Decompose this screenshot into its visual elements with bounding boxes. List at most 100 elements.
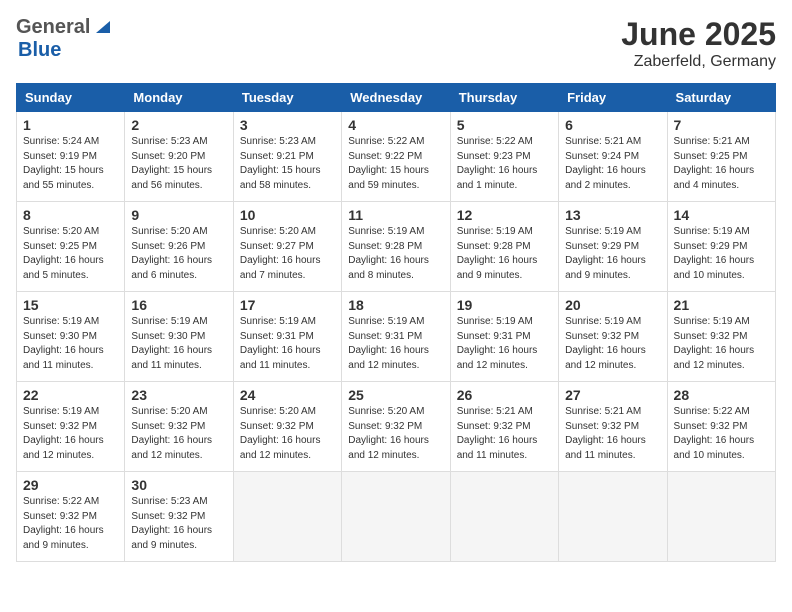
calendar-cell: 30Sunrise: 5:23 AM Sunset: 9:32 PM Dayli… (125, 472, 233, 562)
day-info: Sunrise: 5:20 AM Sunset: 9:26 PM Dayligh… (131, 225, 226, 283)
calendar-cell: 19 Sunrise: 5:19 AM Sunset: 9:31 PM Dayli… (450, 292, 558, 382)
calendar-cell: 1 Sunrise: 5:24 AM Sunset: 9:19 PM Daylig… (17, 112, 125, 202)
page-header: General Blue June 2025 Zaberfeld, German… (16, 16, 776, 71)
calendar-cell: 24 Sunrise: 5:20 AM Sunset: 9:32 PM Dayli… (233, 382, 341, 472)
calendar-cell: 14 Sunrise: 5:19 AM Sunset: 9:29 PM Dayli… (667, 202, 775, 292)
day-info: Sunrise: 5:19 AM Sunset: 9:30 PM Dayligh… (23, 315, 118, 373)
calendar-cell: 27 Sunrise: 5:21 AM Sunset: 9:32 PM Dayli… (559, 382, 667, 472)
title-block: June 2025 Zaberfeld, Germany (621, 16, 776, 71)
day-info: Sunrise: 5:20 AM Sunset: 9:32 PM Dayligh… (240, 405, 335, 463)
calendar-cell: 15 Sunrise: 5:19 AM Sunset: 9:30 PM Dayli… (17, 292, 125, 382)
calendar-week-row: 15 Sunrise: 5:19 AM Sunset: 9:30 PM Dayli… (17, 292, 776, 382)
day-info: Sunrise: 5:24 AM Sunset: 9:19 PM Dayligh… (23, 135, 118, 193)
day-number: 27 (565, 387, 660, 403)
day-number: 18 (348, 297, 443, 313)
day-info: Sunrise: 5:20 AM Sunset: 9:32 PM Dayligh… (348, 405, 443, 463)
calendar-cell: 4 Sunrise: 5:22 AM Sunset: 9:22 PM Daylig… (342, 112, 450, 202)
calendar-cell: 3Sunrise: 5:23 AM Sunset: 9:21 PM Daylig… (233, 112, 341, 202)
day-number: 17 (240, 297, 335, 313)
calendar-day-header: Tuesday (233, 84, 341, 112)
calendar-week-row: 29 Sunrise: 5:22 AM Sunset: 9:32 PM Dayli… (17, 472, 776, 562)
day-info: Sunrise: 5:21 AM Sunset: 9:32 PM Dayligh… (457, 405, 552, 463)
calendar-cell: 10 Sunrise: 5:20 AM Sunset: 9:27 PM Dayli… (233, 202, 341, 292)
day-info: Sunrise: 5:20 AM Sunset: 9:25 PM Dayligh… (23, 225, 118, 283)
day-number: 25 (348, 387, 443, 403)
calendar-cell: 16 Sunrise: 5:19 AM Sunset: 9:30 PM Dayli… (125, 292, 233, 382)
calendar-cell: 7 Sunrise: 5:21 AM Sunset: 9:25 PM Daylig… (667, 112, 775, 202)
day-info: Sunrise: 5:19 AM Sunset: 9:31 PM Dayligh… (348, 315, 443, 373)
calendar-cell: 21Sunrise: 5:19 AM Sunset: 9:32 PM Dayli… (667, 292, 775, 382)
day-number: 4 (348, 117, 443, 133)
day-number: 3 (240, 117, 335, 133)
day-number: 20 (565, 297, 660, 313)
calendar-cell: 26 Sunrise: 5:21 AM Sunset: 9:32 PM Dayli… (450, 382, 558, 472)
day-number: 1 (23, 117, 118, 133)
calendar-week-row: 8 Sunrise: 5:20 AM Sunset: 9:25 PM Daylig… (17, 202, 776, 292)
day-number: 5 (457, 117, 552, 133)
day-info: Sunrise: 5:21 AM Sunset: 9:24 PM Dayligh… (565, 135, 660, 193)
calendar-cell: 5 Sunrise: 5:22 AM Sunset: 9:23 PM Daylig… (450, 112, 558, 202)
calendar-table: SundayMondayTuesdayWednesdayThursdayFrid… (16, 83, 776, 562)
calendar-cell: 8 Sunrise: 5:20 AM Sunset: 9:25 PM Daylig… (17, 202, 125, 292)
day-number: 11 (348, 207, 443, 223)
calendar-cell: 13 Sunrise: 5:19 AM Sunset: 9:29 PM Dayli… (559, 202, 667, 292)
day-info: Sunrise: 5:22 AM Sunset: 9:32 PM Dayligh… (23, 495, 118, 553)
logo-blue-text: Blue (18, 39, 61, 61)
day-info: Sunrise: 5:19 AM Sunset: 9:31 PM Dayligh… (457, 315, 552, 373)
day-number: 26 (457, 387, 552, 403)
calendar-cell (559, 472, 667, 562)
calendar-cell: 9 Sunrise: 5:20 AM Sunset: 9:26 PM Daylig… (125, 202, 233, 292)
calendar-cell: 23Sunrise: 5:20 AM Sunset: 9:32 PM Dayli… (125, 382, 233, 472)
day-number: 29 (23, 477, 118, 493)
day-info: Sunrise: 5:19 AM Sunset: 9:32 PM Dayligh… (23, 405, 118, 463)
day-info: Sunrise: 5:19 AM Sunset: 9:30 PM Dayligh… (131, 315, 226, 373)
day-info: Sunrise: 5:19 AM Sunset: 9:28 PM Dayligh… (348, 225, 443, 283)
calendar-day-header: Saturday (667, 84, 775, 112)
day-info: Sunrise: 5:23 AM Sunset: 9:20 PM Dayligh… (131, 135, 226, 193)
day-number: 15 (23, 297, 118, 313)
day-number: 12 (457, 207, 552, 223)
calendar-cell: 2 Sunrise: 5:23 AM Sunset: 9:20 PM Daylig… (125, 112, 233, 202)
day-number: 8 (23, 207, 118, 223)
day-info: Sunrise: 5:21 AM Sunset: 9:25 PM Dayligh… (674, 135, 769, 193)
calendar-cell: 22 Sunrise: 5:19 AM Sunset: 9:32 PM Dayli… (17, 382, 125, 472)
calendar-cell: 28Sunrise: 5:22 AM Sunset: 9:32 PM Dayli… (667, 382, 775, 472)
calendar-cell: 25 Sunrise: 5:20 AM Sunset: 9:32 PM Dayli… (342, 382, 450, 472)
day-number: 21 (674, 297, 769, 313)
day-number: 28 (674, 387, 769, 403)
day-number: 6 (565, 117, 660, 133)
day-number: 10 (240, 207, 335, 223)
day-info: Sunrise: 5:19 AM Sunset: 9:29 PM Dayligh… (565, 225, 660, 283)
calendar-cell: 6 Sunrise: 5:21 AM Sunset: 9:24 PM Daylig… (559, 112, 667, 202)
calendar-day-header: Friday (559, 84, 667, 112)
day-info: Sunrise: 5:20 AM Sunset: 9:27 PM Dayligh… (240, 225, 335, 283)
day-info: Sunrise: 5:19 AM Sunset: 9:29 PM Dayligh… (674, 225, 769, 283)
calendar-cell: 12 Sunrise: 5:19 AM Sunset: 9:28 PM Dayli… (450, 202, 558, 292)
logo-general-text: General (16, 16, 90, 39)
day-info: Sunrise: 5:22 AM Sunset: 9:23 PM Dayligh… (457, 135, 552, 193)
calendar-week-row: 22 Sunrise: 5:19 AM Sunset: 9:32 PM Dayli… (17, 382, 776, 472)
calendar-cell: 11 Sunrise: 5:19 AM Sunset: 9:28 PM Dayli… (342, 202, 450, 292)
day-number: 14 (674, 207, 769, 223)
day-number: 22 (23, 387, 118, 403)
day-info: Sunrise: 5:19 AM Sunset: 9:28 PM Dayligh… (457, 225, 552, 283)
calendar-cell: 20Sunrise: 5:19 AM Sunset: 9:32 PM Dayli… (559, 292, 667, 382)
calendar-day-header: Sunday (17, 84, 125, 112)
day-number: 24 (240, 387, 335, 403)
day-number: 13 (565, 207, 660, 223)
day-number: 23 (131, 387, 226, 403)
day-info: Sunrise: 5:21 AM Sunset: 9:32 PM Dayligh… (565, 405, 660, 463)
day-info: Sunrise: 5:22 AM Sunset: 9:22 PM Dayligh… (348, 135, 443, 193)
day-number: 16 (131, 297, 226, 313)
calendar-cell: 18 Sunrise: 5:19 AM Sunset: 9:31 PM Dayli… (342, 292, 450, 382)
day-number: 30 (131, 477, 226, 493)
day-number: 9 (131, 207, 226, 223)
day-number: 7 (674, 117, 769, 133)
calendar-week-row: 1 Sunrise: 5:24 AM Sunset: 9:19 PM Daylig… (17, 112, 776, 202)
page-title: June 2025 (621, 16, 776, 53)
day-number: 19 (457, 297, 552, 313)
calendar-header-row: SundayMondayTuesdayWednesdayThursdayFrid… (17, 84, 776, 112)
calendar-cell (342, 472, 450, 562)
day-number: 2 (131, 117, 226, 133)
day-info: Sunrise: 5:19 AM Sunset: 9:31 PM Dayligh… (240, 315, 335, 373)
